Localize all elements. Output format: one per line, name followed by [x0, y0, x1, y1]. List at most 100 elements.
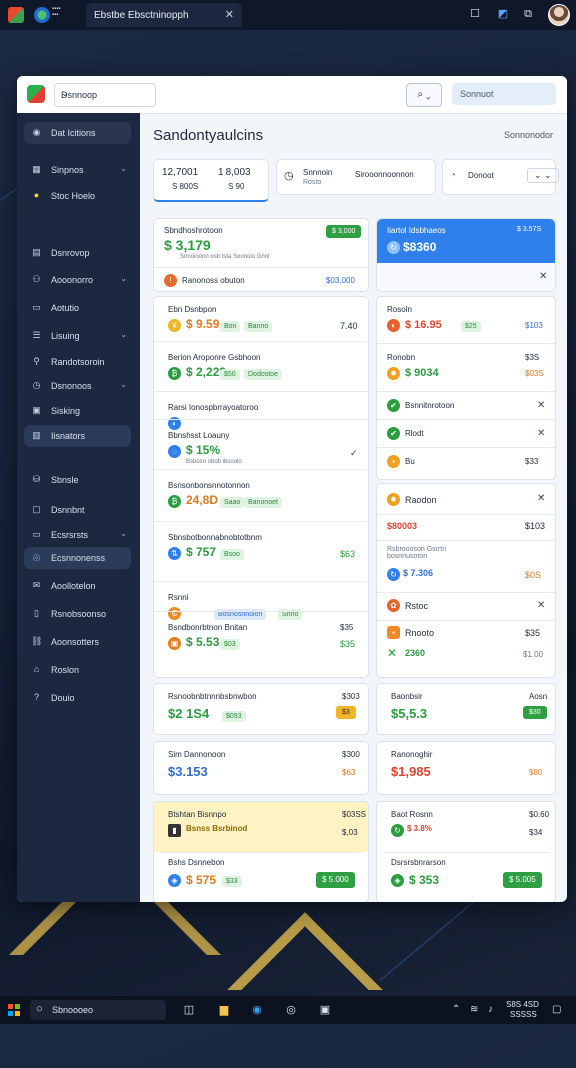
windows-start-icon[interactable]	[8, 1004, 20, 1016]
app-cube-icon[interactable]	[8, 7, 24, 23]
stats-card[interactable]: 12,7001 S 800S 1 8,003 S 90	[153, 159, 269, 202]
chevron-down-icon: ⌄	[120, 274, 127, 283]
notification-center-icon[interactable]: ▢	[552, 1004, 561, 1015]
sidebar-item[interactable]: ⚇ Aooonorro ⌄	[24, 269, 131, 291]
card-sub: Bsnss Bsrbinod	[186, 824, 248, 833]
sidebar-item[interactable]: ▢ Dsnnbnt	[24, 499, 131, 521]
box-icon: ▣	[32, 405, 41, 415]
check-icon[interactable]: ✓	[350, 448, 358, 459]
chevron-down-icon: ⌄	[120, 164, 127, 173]
divider	[377, 419, 555, 420]
sidebar-item[interactable]: ☰ Lisuing ⌄	[24, 325, 131, 347]
browser-tab-strip: ▪▪▪▪ ▪▪▪ Ebstbe Ebsctninopph ✕ ☐ ◩ ⧉	[0, 0, 576, 30]
cross-icon: ✕	[387, 646, 398, 660]
row-title: Berion Aroponre Gsbhoon	[168, 353, 261, 362]
main-content: Sandontyaulcins Sonnonodor 12,7001 S 800…	[140, 113, 567, 902]
sidebar-item-top[interactable]: ◉ Dat Icitions	[24, 122, 131, 144]
sidebar-item[interactable]: ▣ Sisking	[24, 400, 131, 422]
sidebar-item[interactable]: ⛁ Sbnsle	[24, 469, 131, 491]
sidebar-item-label: Sbnsle	[51, 475, 79, 485]
balance-card: Sbndhoshrotoon $ 3,179 Snnoinonn osb tst…	[153, 218, 369, 292]
detail-row3: Rstoc	[405, 601, 429, 611]
chevron-down-icon: ⌄	[120, 380, 127, 389]
search-input[interactable]: Sonnuot	[452, 83, 556, 105]
sidebar-item[interactable]: ? Douio	[24, 687, 131, 709]
close-icon[interactable]: ✕	[537, 428, 545, 439]
divider	[377, 447, 555, 448]
sidebar-item[interactable]: ✉ Aoollotelon	[24, 575, 131, 597]
row-icon: ▪	[387, 455, 400, 468]
copy-icon[interactable]: ⧉	[521, 7, 535, 21]
sidebar-item[interactable]: ▭ Ecsrsrsts ⌄	[24, 524, 131, 546]
search-button[interactable]: ⌕ ⌄	[406, 83, 442, 107]
store-icon[interactable]: ◎	[282, 1001, 300, 1019]
mail-icon[interactable]: ▣	[316, 1001, 334, 1019]
close-icon[interactable]: ✕	[537, 600, 545, 611]
wifi-icon[interactable]: ≋	[470, 1004, 478, 1015]
sidebar-item-label: Sinpnos	[51, 165, 84, 175]
card-badge[interactable]: $30	[523, 706, 547, 719]
row-icon: ₿	[168, 367, 181, 380]
row-right: $03S	[525, 369, 544, 378]
file-explorer-icon[interactable]: ▆	[215, 1001, 233, 1019]
chevron-down-icon[interactable]: ⌄ ⌄	[527, 168, 559, 183]
volume-icon[interactable]: ♪	[488, 1004, 493, 1015]
close-icon[interactable]: ✕	[225, 8, 234, 21]
card-action-button[interactable]: $ 5.005	[503, 872, 542, 888]
sidebar-item[interactable]: ◎ Ecsnnonenss	[24, 547, 131, 569]
avatar[interactable]	[548, 4, 570, 26]
close-icon[interactable]: ✕	[537, 400, 545, 411]
sidebar-item[interactable]: ⚲ Randotsoroin	[24, 351, 131, 373]
browser-tab[interactable]: Ebstbe Ebsctninopph ✕	[86, 3, 242, 27]
sidebar-item[interactable]: ⛓ Aoonsotters	[24, 631, 131, 653]
search-placeholder: Sonnuot	[460, 89, 494, 99]
dropdown-card[interactable]: ◔ Donoot ⌄ ⌄	[442, 159, 559, 195]
row-value: 24,8D	[186, 493, 219, 507]
dashboard-icon: ▤	[32, 247, 41, 257]
network-icon[interactable]: ⌃	[452, 1004, 460, 1015]
close-icon[interactable]: ✕	[539, 271, 547, 282]
balance-footer: Ranonoss obuton	[182, 276, 245, 285]
balance-title: Sbndhoshrotoon	[164, 226, 223, 235]
row-badge: $03	[220, 639, 240, 650]
card-title: Btshtan Bisnnpo	[168, 810, 227, 819]
filter-label: Snnnoin	[303, 168, 333, 177]
window-icon[interactable]: ☐	[468, 7, 482, 21]
highlight-title: Iiartol Idsbhaeos	[387, 226, 446, 235]
card-action-button[interactable]: $ 5.000	[316, 872, 355, 888]
balance-badge[interactable]: $ 3,000	[326, 225, 362, 238]
notification-icon[interactable]: ◩	[496, 7, 510, 21]
card-value: $1,985	[391, 764, 431, 779]
sidebar-item[interactable]: ⌂ Roslon	[24, 659, 131, 681]
sidebar-item[interactable]: ▭ Aotutio	[24, 297, 131, 319]
globe-icon[interactable]	[34, 7, 50, 23]
close-icon[interactable]: ✕	[537, 493, 545, 504]
shield-icon: ◈	[391, 874, 404, 887]
time-icon: ◷	[284, 170, 294, 182]
edge-browser-icon[interactable]: ◉	[248, 1001, 266, 1019]
card-title: Sim Dannonoon	[168, 750, 226, 759]
row-icon: ◐	[387, 319, 400, 332]
card-badge[interactable]: $3	[336, 706, 356, 719]
sidebar-item[interactable]: ▦ Sinpnos ⌄	[24, 159, 131, 181]
stat-b-value: 1 8,003	[218, 167, 251, 178]
account-select[interactable]: Dsnnoop ⌄	[54, 83, 156, 107]
sidebar-item[interactable]: ▤ Dsnrovop	[24, 242, 131, 264]
taskbar-search[interactable]: ○ Sbnoooeo	[30, 1000, 166, 1020]
help-icon: ?	[33, 692, 39, 702]
sidebar-item[interactable]: ◷ Dsnonoos ⌄	[24, 375, 131, 397]
detail-value2-right: $1.00	[523, 650, 544, 659]
taskbar-date[interactable]: SSSSS	[510, 1010, 537, 1019]
refresh-icon: ↻	[387, 241, 400, 254]
sidebar-item[interactable]: ▯ Rsnobsoonso	[24, 603, 131, 625]
header-link[interactable]: Sonnonodor	[504, 130, 553, 140]
filter-card[interactable]: ◷ Snnnoin Rosto Sirooonnoonnon	[276, 159, 436, 195]
sidebar-item[interactable]: ▥ Iisnators	[24, 425, 131, 447]
mail-icon: ✉	[32, 580, 41, 590]
row-title: Bbnshsst Loauny	[168, 431, 230, 440]
task-view-icon[interactable]: ◫	[180, 1001, 198, 1019]
card-value: $ 353	[409, 873, 440, 887]
refresh-icon: ↻	[391, 824, 404, 837]
taskbar-clock[interactable]: S8S 4SD	[506, 1000, 539, 1009]
sidebar-item[interactable]: ● Stoc Hoelo	[24, 185, 131, 207]
